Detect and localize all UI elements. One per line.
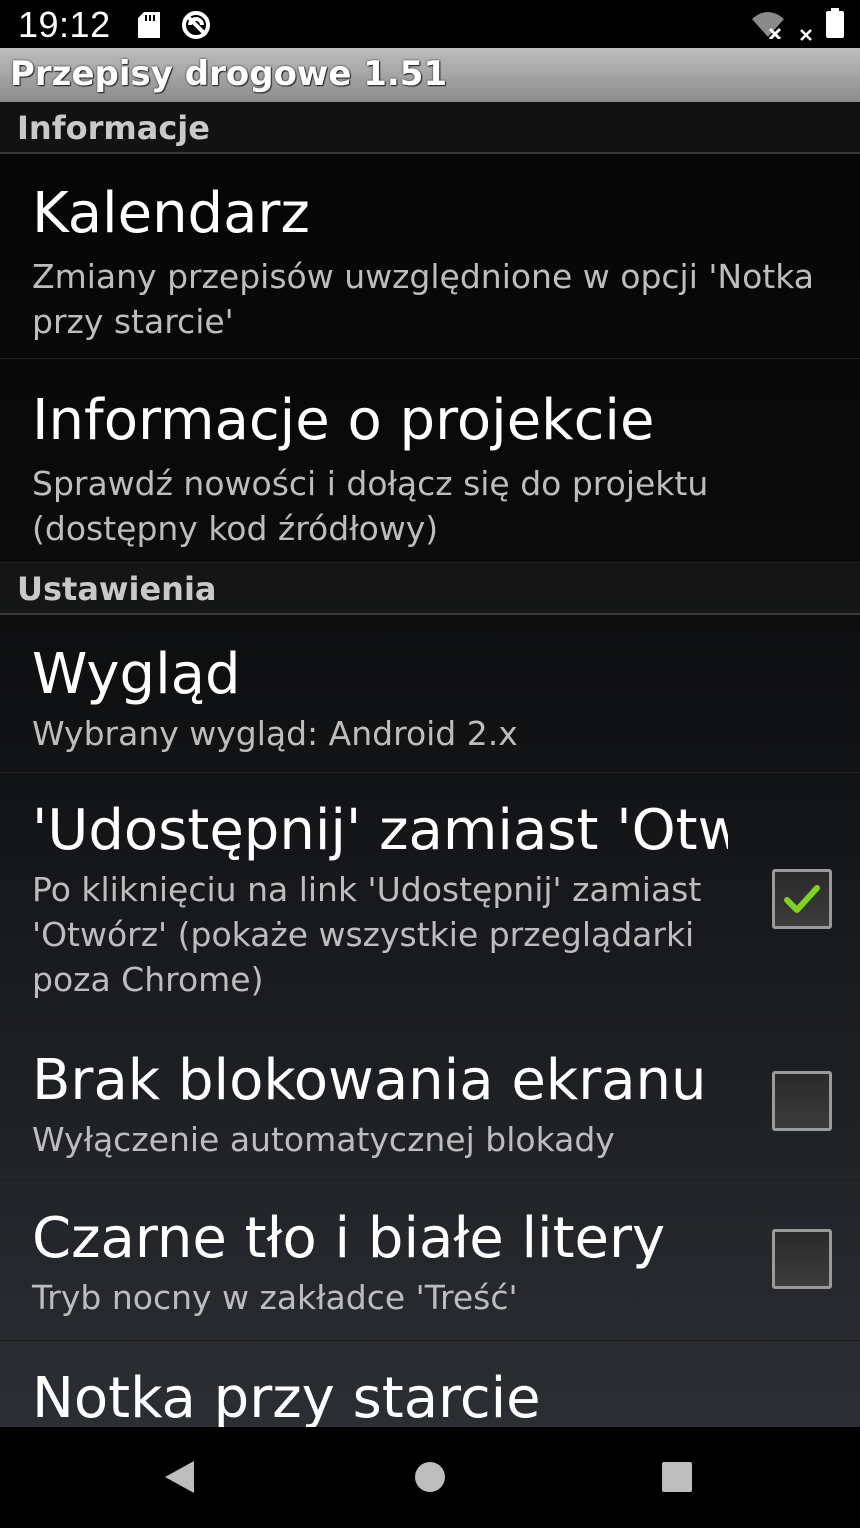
pref-notka-przy-starcie[interactable]: Notka przy starcie bbox=[0, 1341, 860, 1427]
section-header-informacje: Informacje bbox=[0, 102, 860, 154]
app-title-bar: Przepisy drogowe 1.51 bbox=[0, 48, 860, 102]
back-icon[interactable] bbox=[162, 1459, 196, 1499]
checkmark-icon bbox=[784, 885, 820, 913]
recents-icon[interactable] bbox=[661, 1461, 693, 1497]
pref-udostepnij[interactable]: 'Udostępnij' zamiast 'Otw.. Po kliknięci… bbox=[0, 773, 860, 1021]
home-icon[interactable] bbox=[413, 1460, 447, 1498]
pref-czarne-tlo[interactable]: Czarne tło i białe litery Tryb nocny w z… bbox=[0, 1181, 860, 1341]
navigation-bar bbox=[0, 1427, 860, 1528]
app-title: Przepisy drogowe 1.51 bbox=[10, 54, 448, 94]
pref-title: Notka przy starcie bbox=[32, 1366, 541, 1427]
pref-title: Czarne tło i białe litery bbox=[32, 1206, 666, 1271]
pref-summary: Po kliknięciu na link 'Udostępnij' zamia… bbox=[32, 870, 702, 999]
pref-summary: Wybrany wygląd: Android 2.x bbox=[32, 714, 518, 753]
section-header-ustawienia: Ustawienia bbox=[0, 563, 860, 615]
brak-blokowania-checkbox[interactable] bbox=[772, 1071, 832, 1131]
pref-title: Kalendarz bbox=[32, 181, 310, 246]
pref-summary: Wyłączenie automatycznej blokady bbox=[32, 1120, 615, 1159]
pref-title: Wygląd bbox=[32, 642, 241, 707]
battery-icon bbox=[826, 8, 844, 42]
no-sync-icon bbox=[180, 9, 212, 45]
wifi-off-icon bbox=[750, 9, 786, 43]
pref-kalendarz[interactable]: Kalendarz Zmiany przepisów uwzględnione … bbox=[0, 154, 860, 359]
status-time: 19:12 bbox=[18, 4, 111, 45]
pref-brak-blokowania-ekranu[interactable]: Brak blokowania ekranu Wyłączenie automa… bbox=[0, 1021, 860, 1181]
pref-summary: Zmiany przepisów uwzględnione w opcji 'N… bbox=[32, 257, 814, 341]
czarne-tlo-checkbox[interactable] bbox=[772, 1229, 832, 1289]
pref-title: 'Udostępnij' zamiast 'Otw.. bbox=[32, 798, 728, 863]
status-bar: 19:12 bbox=[0, 0, 860, 48]
preferences-list[interactable]: Informacje Kalendarz Zmiany przepisów uw… bbox=[0, 102, 860, 1427]
sd-card-icon bbox=[138, 12, 160, 42]
signal-off-icon bbox=[800, 26, 812, 45]
pref-summary: Sprawdź nowości i dołącz się do projektu… bbox=[32, 464, 709, 548]
pref-informacje-o-projekcie[interactable]: Informacje o projekcie Sprawdź nowości i… bbox=[0, 359, 860, 563]
pref-summary: Tryb nocny w zakładce 'Treść' bbox=[32, 1278, 518, 1317]
udostepnij-checkbox[interactable] bbox=[772, 869, 832, 929]
pref-title: Brak blokowania ekranu bbox=[32, 1048, 707, 1113]
pref-wyglad[interactable]: Wygląd Wybrany wygląd: Android 2.x bbox=[0, 615, 860, 773]
pref-title: Informacje o projekcie bbox=[32, 388, 655, 453]
